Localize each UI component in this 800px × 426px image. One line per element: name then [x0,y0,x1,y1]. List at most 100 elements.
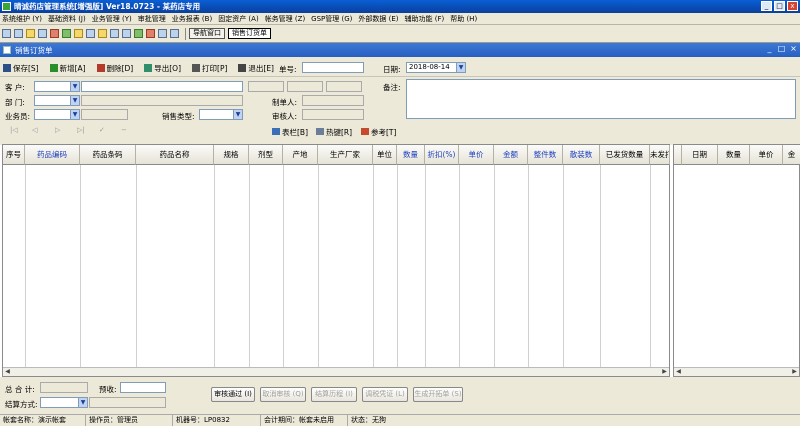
settlement-select[interactable]: ▼ [40,397,88,408]
toolbar-calc-icon[interactable] [158,29,167,38]
toolbar-report-icon[interactable] [86,29,95,38]
grid-line [563,165,564,367]
child-close-icon[interactable]: × [789,45,798,54]
menu-system[interactable]: 系统维护 (Y) [0,14,44,24]
col-header-barcode[interactable]: 药品条码 [80,145,136,165]
sales-type-select[interactable]: ▼ [199,109,243,120]
close-button[interactable]: x [787,1,798,11]
toolbar-doc-icon[interactable] [38,29,47,38]
menu-help[interactable]: 帮助 (H) [448,14,479,24]
adjust-voucher-button[interactable]: 调税凭证 (L) [362,387,408,402]
toolbar-box-icon[interactable] [98,29,107,38]
customer-code-select[interactable]: ▼ [34,81,80,92]
toolbar-help-icon[interactable] [146,29,155,38]
toolbar-window-icon[interactable] [110,29,119,38]
col-header-date[interactable]: 日期 [682,145,718,165]
minimize-button[interactable]: _ [761,1,772,11]
menu-business[interactable]: 业务管理 (Y) [90,14,134,24]
menu-gsp[interactable]: GSP管理 (G) [309,14,354,24]
first-record-icon[interactable]: |◁ [10,127,19,134]
check-icon[interactable]: ✓ [99,127,108,134]
menu-external[interactable]: 外部数据 (E) [356,14,400,24]
columns-button[interactable]: 表栏[B] [272,127,308,138]
settlement-history-button[interactable]: 结算历程 (I) [311,387,357,402]
col-header-quantity[interactable]: 数量 [397,145,425,165]
order-lines-grid[interactable]: 序号 药品编码 药品条码 药品名称 规格 剂型 产地 生产厂家 单位 数量 折扣… [2,144,670,377]
sales-order-tab-button[interactable]: 销售订货单 [228,28,271,39]
chevron-down-icon[interactable]: ▼ [70,82,79,91]
toolbar-user-icon[interactable] [62,29,71,38]
toolbar-money-icon[interactable] [74,29,83,38]
cancel-approve-button[interactable]: 取消审核 (Q) [260,387,306,402]
next-record-icon[interactable]: ▷ [55,127,64,134]
nav-window-button[interactable]: 导航窗口 [189,28,225,39]
col-header-spec[interactable]: 规格 [214,145,249,165]
col-header-unshipped[interactable]: 未发打 [650,145,670,165]
history-horizontal-scrollbar[interactable]: ◀ ▶ [674,367,799,376]
save-button[interactable]: 保存[S] [3,63,39,74]
export-button[interactable]: 导出[O] [144,63,181,74]
menu-reports[interactable]: 业务报表 (B) [170,14,215,24]
toolbar-save-icon[interactable] [122,29,131,38]
menu-accounts[interactable]: 帐务管理 (Z) [263,14,307,24]
col-header-full-packs[interactable]: 整件数 [528,145,563,165]
toolbar-chart-icon[interactable] [134,29,143,38]
col-header-seq[interactable]: 序号 [3,145,25,165]
department-select[interactable]: ▼ [34,95,80,106]
date-picker[interactable]: 2018-08-14 ▼ [406,62,466,73]
history-grid[interactable]: 日期 数量 单价 金 ◀ ▶ [673,144,800,377]
menu-assets[interactable]: 固定资产 (A) [216,14,260,24]
hotkey-button[interactable]: 热键[R] [316,127,352,138]
toolbar-stock-icon[interactable] [50,29,59,38]
add-button[interactable]: 新增[A] [49,63,86,74]
scroll-right-icon[interactable]: ▶ [660,368,669,376]
toolbar-list-icon[interactable] [14,29,23,38]
chevron-down-icon[interactable]: ▼ [70,110,79,119]
approve-button[interactable]: 审核通过 (I) [211,387,255,402]
doc-no-input[interactable] [302,62,364,73]
col-header-shipped-qty[interactable]: 已发货数量 [600,145,650,165]
chevron-down-icon[interactable]: ▼ [70,96,79,105]
remark-textarea[interactable] [406,79,796,119]
prev-record-icon[interactable]: ◁ [32,127,41,134]
salesman-select[interactable]: ▼ [34,109,80,120]
col-header-unit-price[interactable]: 单价 [459,145,494,165]
col-header-unit[interactable]: 单位 [373,145,397,165]
child-minimize-icon[interactable]: _ [765,45,774,54]
col-header-history-qty[interactable]: 数量 [718,145,750,165]
scroll-left-icon[interactable]: ◀ [674,368,683,376]
scroll-right-icon[interactable]: ▶ [790,368,799,376]
col-header-origin[interactable]: 产地 [283,145,318,165]
grid-horizontal-scrollbar[interactable]: ◀ ▶ [3,367,669,376]
col-header-loose-count[interactable]: 散装数 [563,145,600,165]
col-header-dosage-form[interactable]: 剂型 [249,145,283,165]
chevron-down-icon[interactable]: ▼ [78,398,87,407]
col-header-history-amount[interactable]: 金 [783,145,800,165]
toolbar-exit-icon[interactable] [170,29,179,38]
col-header-history-price[interactable]: 单价 [750,145,783,165]
exit-button[interactable]: 退出[E] [238,63,274,74]
print-button[interactable]: 打印[P] [192,63,227,74]
minus-icon[interactable]: − [121,127,130,134]
col-header-manufacturer[interactable]: 生产厂家 [318,145,373,165]
col-header-amount[interactable]: 金额 [494,145,528,165]
menu-basic-data[interactable]: 基础资料 (J) [46,14,88,24]
customer-name-input[interactable] [81,81,243,92]
col-header-drug-code[interactable]: 药品编码 [25,145,80,165]
maximize-button[interactable]: □ [774,1,785,11]
reference-button[interactable]: 参考[T] [361,127,396,138]
last-record-icon[interactable]: ▷| [77,127,86,134]
chevron-down-icon[interactable]: ▼ [456,63,465,72]
delete-button[interactable]: 删除[D] [96,63,133,74]
menu-tools[interactable]: 辅助功能 (F) [403,14,447,24]
toolbar-folder-icon[interactable] [26,29,35,38]
menu-approval[interactable]: 审批管理 [136,14,168,24]
chevron-down-icon[interactable]: ▼ [233,110,242,119]
generate-order-button[interactable]: 生成开拓单 (S) [413,387,463,402]
col-header-drug-name[interactable]: 药品名称 [136,145,214,165]
col-header-discount[interactable]: 折扣(%) [425,145,459,165]
prepay-input[interactable] [120,382,166,393]
toolbar-grid-icon[interactable] [2,29,11,38]
child-restore-icon[interactable]: □ [777,45,786,54]
scroll-left-icon[interactable]: ◀ [3,368,12,376]
